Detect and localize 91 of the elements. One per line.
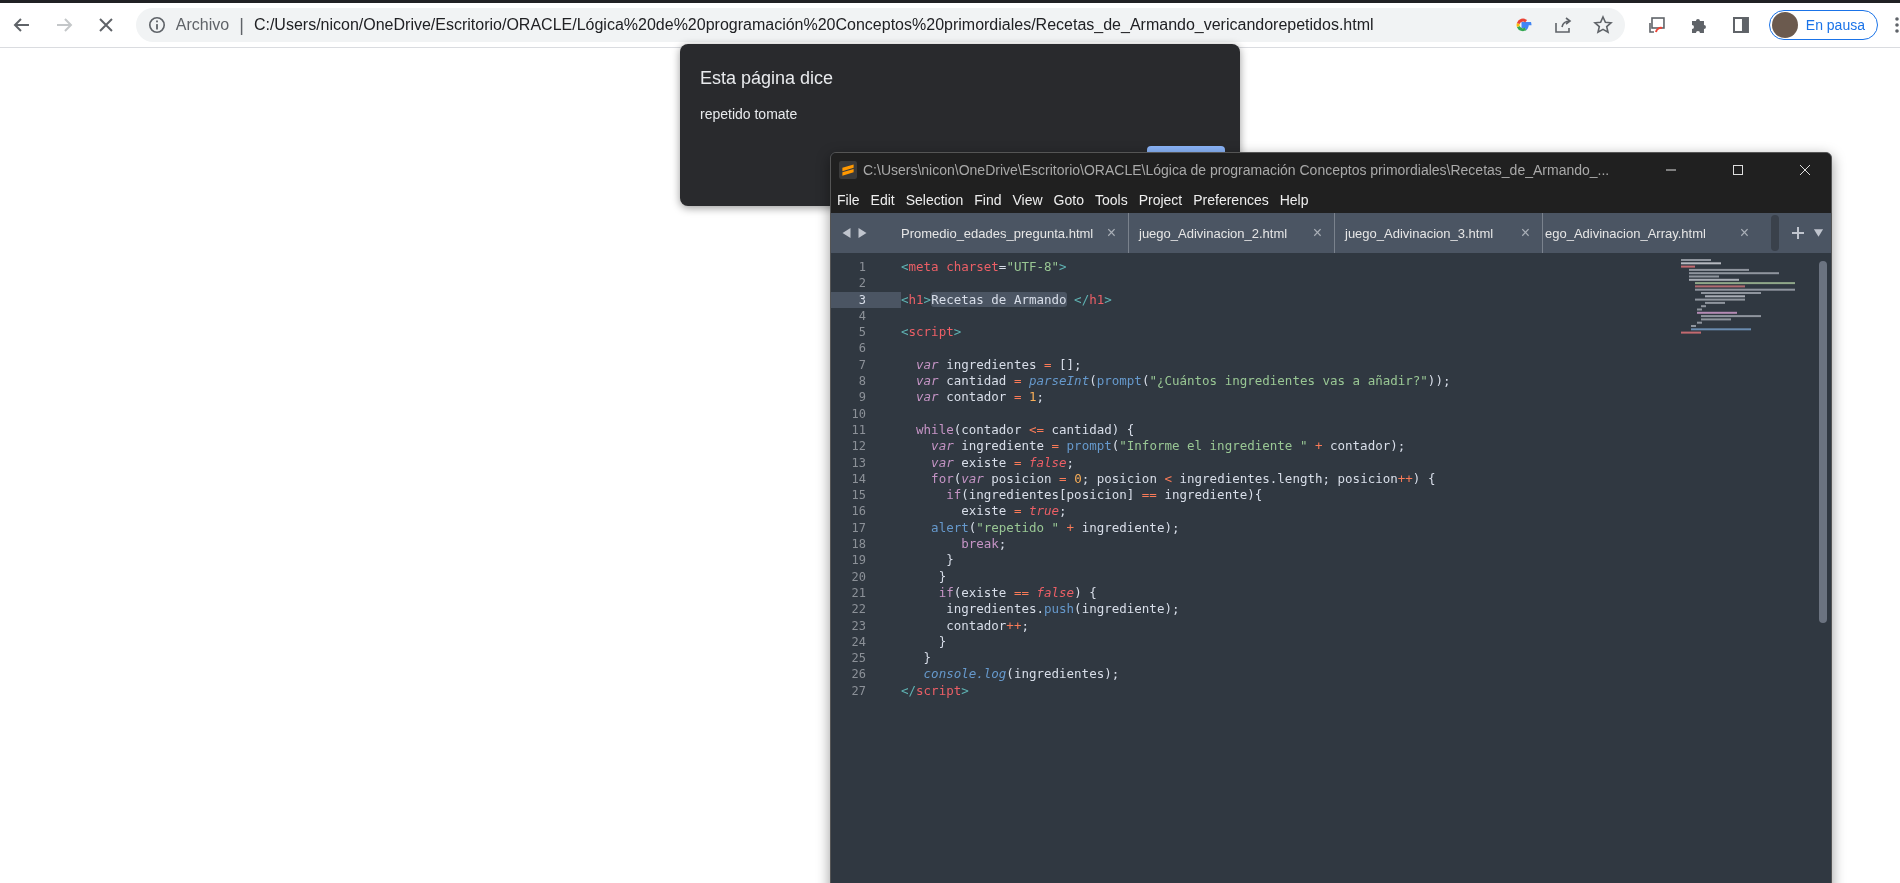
cast-icon[interactable] xyxy=(1646,15,1667,35)
tab-close-button[interactable]: × xyxy=(1312,224,1322,242)
window-title: C:\Users\nicon\OneDrive\Escritorio\ORACLE\Lógica de programación Conceptos primordiales\Recetas_de_Armando_... xyxy=(863,162,1610,178)
code-line: var contador = 1; xyxy=(915,389,1046,406)
dropdown-icon[interactable] xyxy=(1813,227,1824,239)
code-line: </script> xyxy=(901,682,970,699)
line-number: 5 xyxy=(857,324,867,341)
security-label: Archivo xyxy=(175,16,230,34)
code-line: } xyxy=(945,552,955,569)
line-number: 6 xyxy=(857,340,867,357)
dialog-message: repetido tomate xyxy=(700,106,798,122)
line-number: 10 xyxy=(850,405,867,422)
scrollbar-thumb[interactable] xyxy=(1819,261,1827,623)
tab-close-button[interactable]: × xyxy=(1106,224,1116,242)
address-bar[interactable]: Archivo | C:/Users/nicon/OneDrive/Escritorio/ORACLE/Lógica%20de%20programación%20Conceptos%20primordiales/Recetas_de_Armando_vericandorepetidos.html xyxy=(135,8,1625,42)
line-number: 1 xyxy=(857,259,867,276)
menu-item[interactable]: Project xyxy=(1138,192,1183,208)
share-icon[interactable] xyxy=(1552,15,1573,35)
url-text: C:/Users/nicon/OneDrive/Escritorio/ORACLE/Lógica%20de%20programación%20Conceptos%20primordiales/Recetas_de_Armando_vericandorepetidos.html xyxy=(253,16,1374,34)
code-line: console.log(ingredientes); xyxy=(922,666,1121,683)
code-line: alert("repetido " + ingrediente); xyxy=(930,519,1181,537)
line-number: 7 xyxy=(857,356,867,374)
tab-close-button[interactable]: × xyxy=(1520,224,1530,242)
line-number: 11 xyxy=(850,421,867,439)
line-number: 13 xyxy=(850,454,867,471)
menu-item[interactable]: Find xyxy=(974,192,1002,208)
line-number: 26 xyxy=(850,666,867,683)
line-number: 25 xyxy=(850,650,867,667)
menu-item[interactable]: Selection xyxy=(905,192,964,208)
line-number: 22 xyxy=(850,601,867,618)
line-number: 4 xyxy=(857,307,867,325)
info-icon[interactable] xyxy=(147,16,166,34)
line-number: 9 xyxy=(857,389,867,406)
menu-item[interactable]: Edit xyxy=(870,192,895,208)
add-icon[interactable] xyxy=(1791,226,1805,240)
code-line: <script> xyxy=(901,324,963,341)
file-tab[interactable]: juego_Adivinacion_3.html × xyxy=(1335,213,1543,253)
line-number: 3 xyxy=(831,291,901,308)
code-line: ingredientes.push(ingrediente); xyxy=(945,601,1181,618)
tab-scroll-left-icon[interactable] xyxy=(841,227,852,239)
menu-item[interactable]: Preferences xyxy=(1193,192,1269,208)
line-number: 19 xyxy=(850,552,867,569)
menu-item[interactable]: Help xyxy=(1279,192,1309,208)
avatar xyxy=(1771,12,1798,38)
code-line: <meta charset="UTF-8"> xyxy=(901,259,1068,276)
code-line: } xyxy=(937,568,948,585)
code-line: existe = true; xyxy=(960,503,1068,520)
line-number: 18 xyxy=(850,536,867,553)
app-logo-icon xyxy=(839,161,857,179)
code-line: var ingredientes = []; xyxy=(915,356,1083,374)
code-line: var ingrediente = prompt("Informe el ingrediente " + contador); xyxy=(930,438,1407,455)
file-tab[interactable]: juego_Adivinacion_2.html × xyxy=(1129,213,1335,253)
close-icon[interactable] xyxy=(1799,164,1811,176)
file-tab[interactable]: ego_Adivinacion_Array.html × xyxy=(1543,213,1761,253)
code-line: var existe = false; xyxy=(930,454,1076,471)
code-line: } xyxy=(922,650,933,667)
star-icon[interactable] xyxy=(1592,15,1613,35)
line-number: 2 xyxy=(857,275,867,292)
menu-item[interactable]: File xyxy=(837,192,860,208)
line-number: 12 xyxy=(850,438,867,455)
line-number: 15 xyxy=(850,487,867,504)
code-line: for(var posicion = 0; posicion < ingredientes.length; posicion++) { xyxy=(930,470,1437,488)
line-number: 20 xyxy=(850,568,867,585)
line-number: 17 xyxy=(850,519,867,537)
tab-scroll-right-icon[interactable] xyxy=(857,227,868,239)
line-number: 21 xyxy=(850,584,867,602)
line-number: 23 xyxy=(850,617,867,634)
line-number: 14 xyxy=(850,470,867,488)
menu-item[interactable]: View xyxy=(1012,192,1043,208)
file-tab[interactable]: Promedio_edades_pregunta.html × xyxy=(891,213,1129,253)
maximize-icon[interactable] xyxy=(1732,164,1744,176)
separator-text: | xyxy=(239,14,244,36)
menu-icon[interactable] xyxy=(1893,15,1900,35)
line-number: 8 xyxy=(857,373,867,390)
code-line: while(contador <= cantidad) { xyxy=(915,421,1136,439)
side-panel-icon[interactable] xyxy=(1730,15,1751,35)
line-number: 16 xyxy=(850,503,867,520)
code-line: contador++; xyxy=(945,617,1030,634)
menu-item[interactable]: Goto xyxy=(1053,192,1084,208)
dialog-title: Esta página dice xyxy=(700,68,834,89)
menu-item[interactable]: Tools xyxy=(1094,192,1128,208)
line-number: 27 xyxy=(850,682,867,699)
code-line: } xyxy=(937,633,948,651)
code-line: if(existe == false) { xyxy=(937,584,1098,602)
code-line: break; xyxy=(960,536,1008,553)
tab-scroll-handle[interactable] xyxy=(1771,215,1779,251)
code-line: if(ingredientes[posicion] == ingrediente){ xyxy=(945,487,1264,504)
code-line: <h1>Recetas de Armando </h1> xyxy=(901,291,1113,308)
line-number: 24 xyxy=(850,633,867,651)
tab-close-button[interactable]: × xyxy=(1739,224,1749,242)
code-line: var cantidad = parseInt(prompt("¿Cuántos ingredientes vas a añadir?")); xyxy=(915,373,1452,390)
